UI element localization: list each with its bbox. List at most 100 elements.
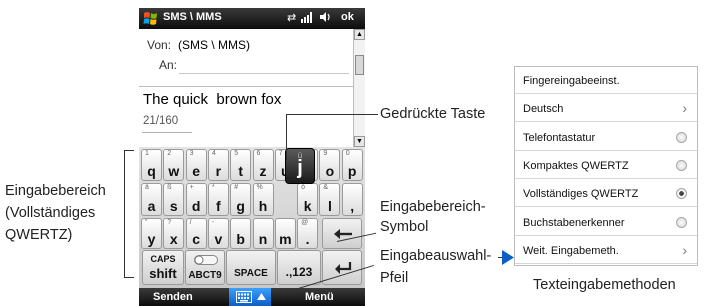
connectivity-icon[interactable]: ⇄ — [287, 11, 296, 24]
number-mode-key[interactable]: .,123 — [277, 250, 321, 285]
menu-item-label: Buchstabenerkenner — [523, 216, 625, 229]
key-primary-char: s — [169, 198, 178, 214]
qwertz-keyboard: 1q2w3e4r5t6z7u8i9o0p äaßs+d*f#g%hök&l, "… — [139, 147, 365, 288]
key-primary-char: x — [169, 231, 178, 247]
windows-start-icon[interactable] — [142, 10, 159, 27]
key-o[interactable]: 9o — [319, 149, 341, 181]
caps-shift-key[interactable]: CAPS shift — [142, 250, 184, 285]
key-x[interactable]: ? x — [163, 218, 185, 249]
vertical-scrollbar[interactable]: ▲ ▼ — [353, 29, 365, 147]
menu-item[interactable]: Kompaktes QWERTZ — [515, 154, 697, 179]
key-c[interactable]: / c — [185, 218, 207, 249]
menu-item[interactable]: Fingereingabeeinst. — [515, 69, 697, 94]
key-secondary-char: 1 — [145, 150, 149, 157]
from-value[interactable]: (SMS \ MMS) — [178, 38, 250, 52]
key-primary-char: b — [236, 231, 245, 247]
backspace-key[interactable] — [322, 218, 362, 249]
radio-button[interactable] — [676, 216, 687, 228]
menu-item[interactable]: Weit. Eingabemeth. › — [515, 239, 697, 264]
menu-caption: Texteingabemethoden — [533, 277, 676, 293]
key-primary-char: z — [259, 163, 267, 179]
key-p[interactable]: 0p — [341, 149, 363, 181]
key-secondary-char: % — [256, 184, 263, 191]
radio-button[interactable] — [676, 159, 687, 171]
space-key[interactable]: SPACE — [226, 250, 276, 285]
key-secondary-char: / — [189, 219, 192, 226]
key-b[interactable]: b — [230, 218, 252, 249]
key-primary-char: p — [347, 163, 357, 179]
key-period[interactable]: @. — [297, 218, 319, 249]
send-softkey[interactable]: Senden — [153, 291, 193, 303]
pressed-key-primary: j — [297, 157, 303, 179]
key-r[interactable]: 4r — [207, 149, 229, 181]
toggle-switch-icon — [194, 255, 218, 265]
scroll-down-button[interactable]: ▼ — [354, 136, 365, 147]
menu-item[interactable]: Vollständiges QWERTZ — [515, 182, 697, 208]
key-l[interactable]: & l — [319, 183, 341, 216]
key-secondary-char: # — [234, 184, 239, 191]
key-comma[interactable]: , — [341, 183, 363, 216]
menu-item[interactable]: Deutsch › — [515, 97, 697, 123]
bracket-bottom — [124, 277, 134, 278]
annotation-input-icon-2: Symbol — [380, 219, 429, 235]
key-h[interactable]: % h — [252, 183, 274, 216]
keyboard-icon[interactable] — [236, 291, 252, 303]
key-m[interactable]: m — [274, 218, 296, 249]
input-selector-arrow-icon[interactable] — [257, 293, 266, 300]
input-panel-button[interactable] — [229, 288, 271, 306]
menu-item[interactable]: Buchstabenerkenner — [515, 211, 697, 236]
key-v[interactable]: -v — [207, 218, 229, 249]
key-primary-char: g — [236, 198, 245, 214]
key-n[interactable]: n — [252, 218, 274, 249]
caps-label: CAPS — [150, 254, 176, 264]
to-label: An: — [159, 58, 178, 72]
abc-t9-label: ABCT9 — [188, 270, 222, 281]
scroll-up-button[interactable]: ▲ — [354, 29, 365, 40]
abc-t9-toggle-key[interactable]: ABCT9 — [185, 250, 225, 285]
key-secondary-char: " — [145, 219, 148, 226]
signal-strength-icon[interactable] — [301, 11, 315, 26]
annotation-input-icon-1: Eingabebereich- — [380, 199, 486, 215]
radio-button[interactable] — [676, 188, 687, 200]
softkey-bar: Senden Menü — [139, 288, 365, 306]
key-t[interactable]: 5t — [230, 149, 252, 181]
scroll-thumb[interactable] — [355, 55, 364, 75]
menu-softkey[interactable]: Menü — [305, 291, 334, 303]
key-y[interactable]: " y — [141, 218, 162, 249]
leader-pressed-key-v — [286, 114, 287, 160]
to-field[interactable] — [179, 73, 349, 74]
key-w[interactable]: 2w — [163, 149, 185, 181]
key-primary-char: , — [350, 198, 355, 214]
pressed-key-j[interactable]: ü j — [285, 148, 315, 184]
key-g[interactable]: # g — [230, 183, 252, 216]
chevron-right-icon: › — [682, 241, 687, 258]
menu-item[interactable]: Telefontastatur — [515, 126, 697, 151]
key-q[interactable]: 1q — [141, 149, 162, 181]
key-f[interactable]: * f — [207, 183, 229, 216]
bracket-top — [124, 150, 134, 151]
key-z[interactable]: 6z — [252, 149, 274, 181]
key-primary-char: n — [258, 231, 268, 247]
volume-icon[interactable] — [319, 11, 332, 26]
radio-button[interactable] — [676, 131, 687, 143]
key-a[interactable]: äa — [141, 183, 162, 216]
character-counter: 21/160 — [143, 115, 179, 127]
menu-item-label: Weit. Eingabemeth. — [523, 244, 619, 257]
key-secondary-char: * — [211, 184, 215, 191]
key-primary-char: q — [147, 163, 156, 179]
key-primary-char: . — [305, 231, 310, 247]
divider — [142, 132, 192, 133]
key-primary-char: k — [303, 198, 312, 214]
annotation-input-area-2: (Vollständiges — [5, 205, 96, 221]
key-d[interactable]: + d — [185, 183, 207, 216]
ok-button[interactable]: ok — [341, 11, 354, 23]
annotation-input-area-1: Eingabebereich — [5, 183, 106, 199]
message-body[interactable]: The quick brown fox — [143, 91, 281, 108]
key-secondary-char: ö — [301, 184, 305, 191]
key-e[interactable]: 3e — [185, 149, 207, 181]
key-s[interactable]: ßs — [163, 183, 185, 216]
key-k[interactable]: ök — [297, 183, 319, 216]
key-secondary-char: ? — [167, 219, 172, 226]
key-secondary-char: 6 — [256, 150, 261, 157]
key-primary-char: l — [327, 198, 332, 214]
